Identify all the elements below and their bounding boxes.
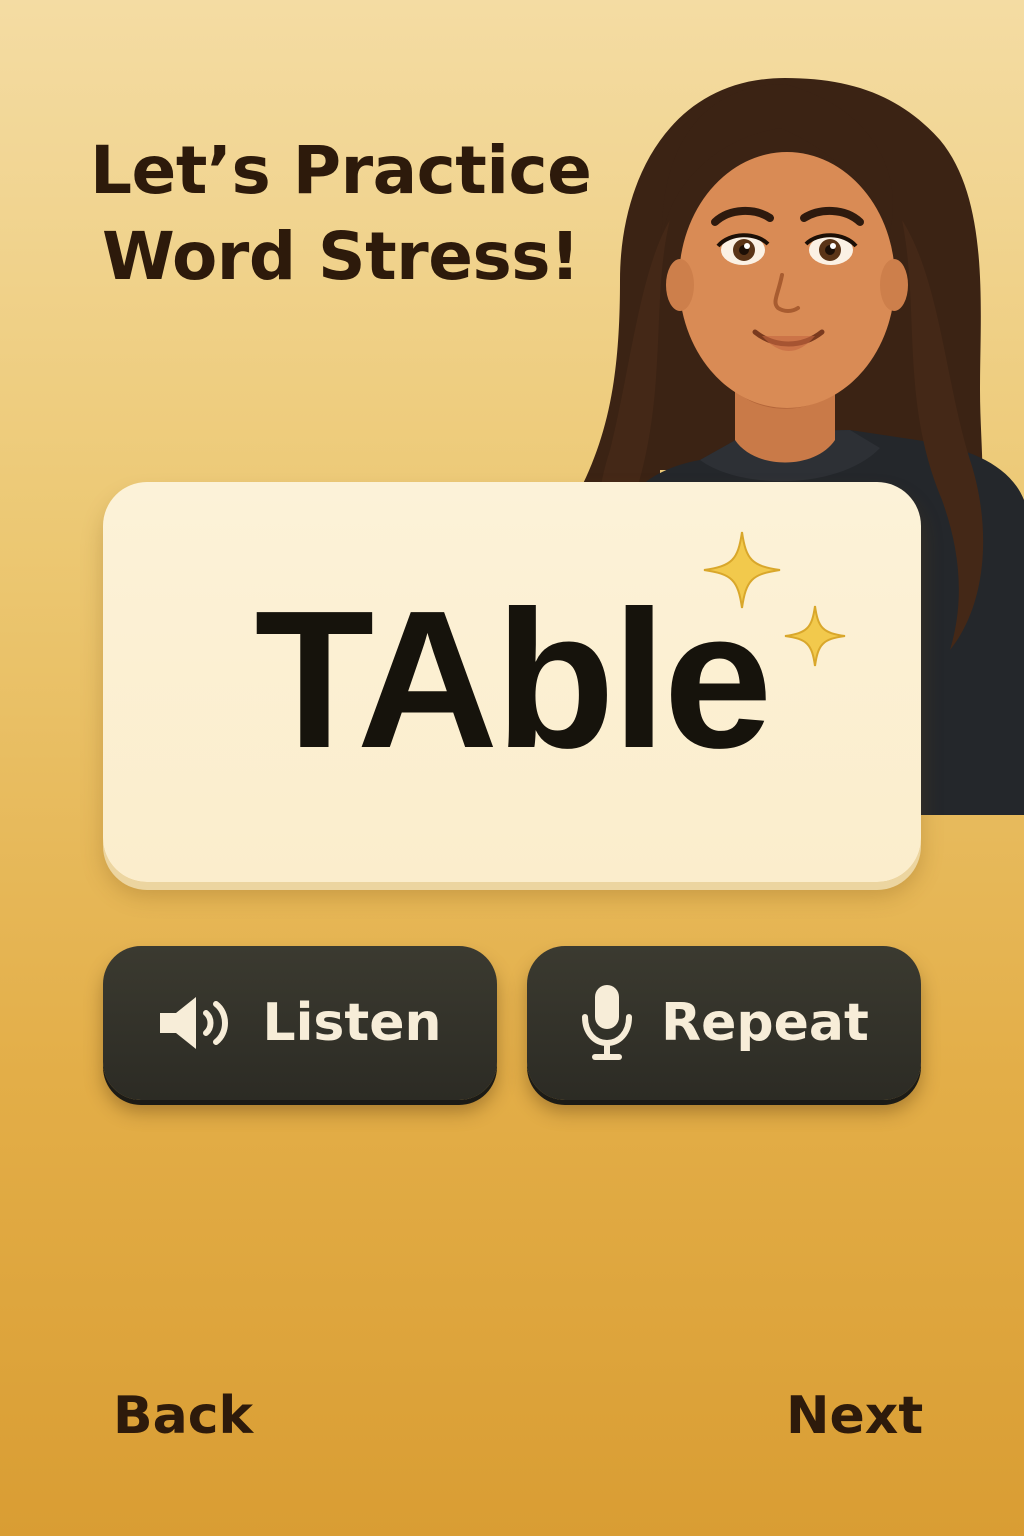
speaker-icon bbox=[158, 993, 236, 1053]
listen-button[interactable]: Listen bbox=[103, 946, 497, 1100]
microphone-icon bbox=[579, 983, 635, 1063]
next-link[interactable]: Next bbox=[786, 1380, 923, 1452]
sparkle-icon bbox=[703, 531, 846, 667]
back-link[interactable]: Back bbox=[113, 1380, 253, 1452]
repeat-button[interactable]: Repeat bbox=[527, 946, 921, 1100]
repeat-label: Repeat bbox=[661, 993, 869, 1053]
practice-screen: Let’s Practice Word Stress! TAble Listen… bbox=[0, 0, 1024, 1536]
listen-label: Listen bbox=[262, 993, 442, 1053]
